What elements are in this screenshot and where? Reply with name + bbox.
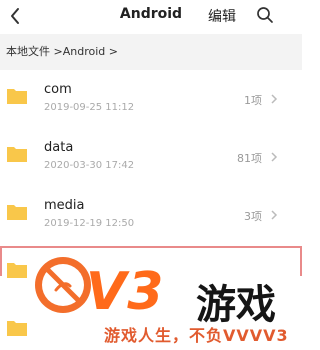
edit-button[interactable]: 编辑: [208, 6, 236, 26]
search-icon[interactable]: [256, 6, 274, 24]
list-item[interactable]: data 2020-03-30 17:42 81项: [0, 128, 302, 186]
chevron-right-icon: [271, 152, 278, 162]
folder-icon: [7, 205, 27, 220]
item-date: 2019-09-25 11:12: [44, 102, 135, 113]
chevron-right-icon: [271, 210, 278, 220]
item-name: media: [44, 198, 85, 213]
item-name: data: [44, 140, 74, 155]
list-item[interactable]: com 2019-09-25 11:12 1项: [0, 70, 302, 128]
item-count: 3项: [244, 210, 262, 223]
watermark-slogan: 游戏人生，不负VVVV3: [104, 326, 289, 345]
item-date: 2019-12-19 12:50: [44, 218, 135, 229]
folder-icon: [7, 321, 27, 336]
item-name: com: [44, 82, 72, 97]
list-item[interactable]: media 2019-12-19 12:50 3项: [0, 186, 302, 244]
folder-icon: [7, 89, 27, 104]
breadcrumb[interactable]: 本地文件 >Android >: [0, 34, 302, 70]
item-count: 81项: [237, 152, 262, 165]
item-date: 2020-03-30 17:42: [44, 160, 135, 171]
item-count: 1项: [244, 94, 262, 107]
watermark-brand: V3: [86, 262, 165, 322]
chevron-right-icon: [271, 94, 278, 104]
folder-icon: [7, 147, 27, 162]
top-bar: Android 编辑: [0, 0, 302, 34]
